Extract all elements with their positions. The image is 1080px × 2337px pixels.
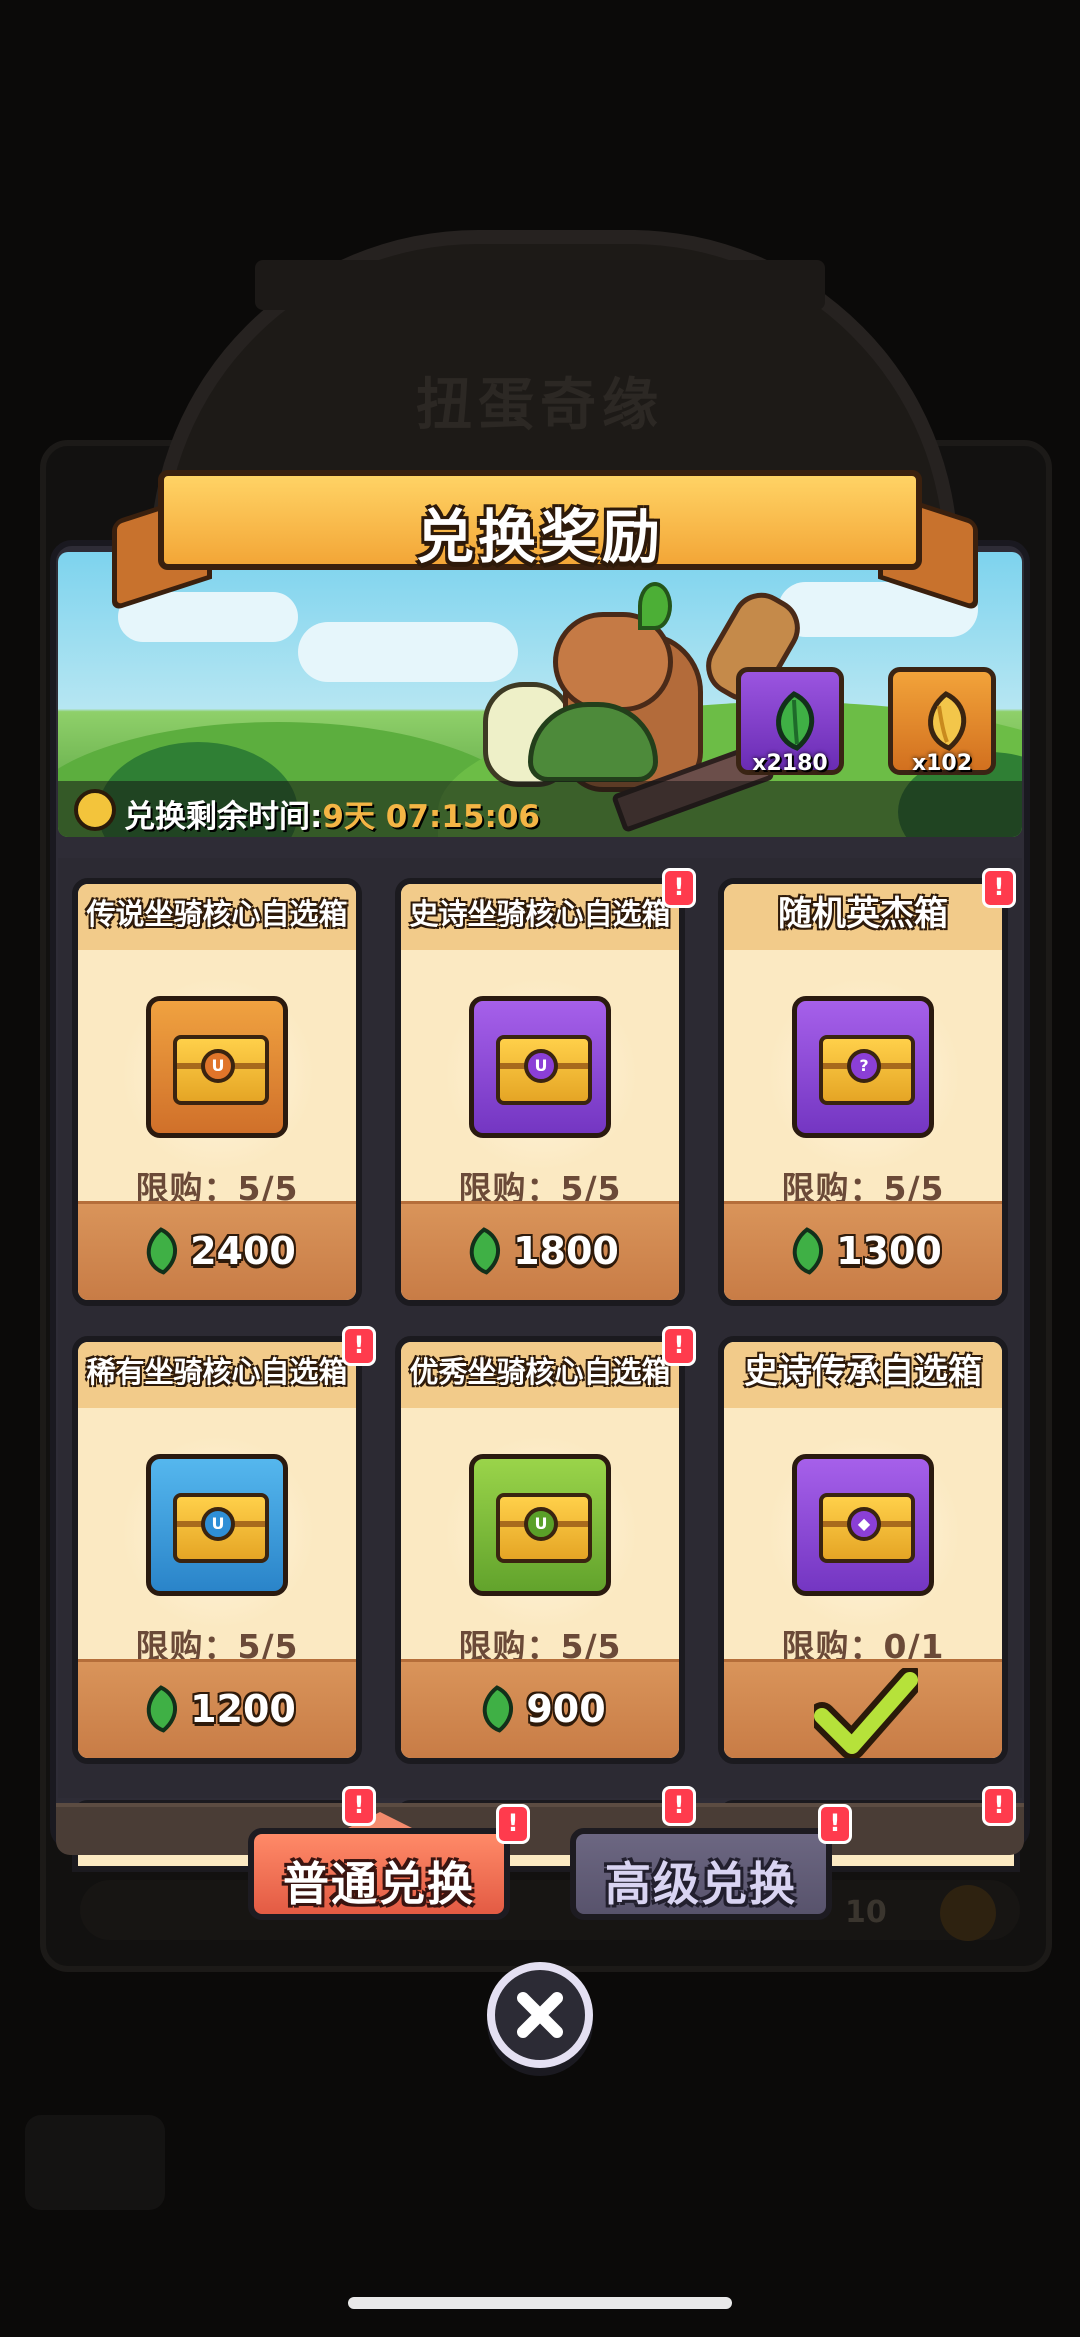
- question-mark-icon: ?: [847, 1049, 881, 1083]
- green-chest-icon: U: [469, 1454, 611, 1596]
- item-name: 史诗坐骑核心自选箱: [401, 884, 679, 950]
- notification-badge: !: [662, 868, 696, 908]
- price-button[interactable]: 1300: [724, 1201, 1002, 1300]
- background-banner: [255, 260, 825, 310]
- notification-badge: !: [342, 1786, 376, 1826]
- item-name: 稀有坐骑核心自选箱: [78, 1342, 356, 1408]
- horseshoe-lock-icon: U: [201, 1507, 235, 1541]
- close-icon: [517, 1992, 563, 2038]
- item-price: 1300: [836, 1229, 942, 1273]
- leaf-currency[interactable]: x2180: [736, 667, 844, 776]
- hero-banner: x2180 x102 兑换剩余时间:9天 07:15:06: [58, 552, 1022, 837]
- timer-bar: 兑换剩余时间:9天 07:15:06: [58, 781, 1022, 837]
- notification-badge: !: [662, 1786, 696, 1826]
- timer-label: 兑换剩余时间:9天 07:15:06: [124, 791, 540, 836]
- title-ribbon: 兑换奖励: [158, 470, 922, 571]
- golden-seed-icon: [928, 691, 967, 751]
- shop-item-card[interactable]: 稀有坐骑核心自选箱 U 限购：5/5 1200: [72, 1336, 362, 1764]
- shop-item-card[interactable]: 传说坐骑核心自选箱 U 限购：5/5 2400: [72, 878, 362, 1306]
- green-leaf-icon: [483, 1685, 514, 1733]
- grid-bottom-shelf: [56, 1803, 1024, 1855]
- price-button[interactable]: 1800: [401, 1201, 679, 1300]
- notification-badge: !: [342, 1326, 376, 1366]
- shop-item-card[interactable]: 史诗坐骑核心自选箱 U 限购：5/5 1800: [395, 878, 685, 1306]
- notification-badge: !: [496, 1804, 530, 1844]
- leaf-currency-count: x2180: [752, 751, 828, 776]
- green-leaf-icon: [146, 1227, 178, 1275]
- shop-item-card[interactable]: 随机英杰箱 ? 限购：5/5 1300: [718, 878, 1008, 1306]
- purple-chest-icon: U: [469, 996, 611, 1138]
- notification-badge: !: [982, 1786, 1016, 1826]
- item-name: 优秀坐骑核心自选箱: [401, 1342, 679, 1408]
- lion-chest-icon: ◆: [792, 1454, 934, 1596]
- background-back-button: [25, 2115, 165, 2210]
- item-price: 900: [526, 1687, 606, 1731]
- horseshoe-lock-icon: U: [201, 1049, 235, 1083]
- price-button[interactable]: 2400: [78, 1201, 356, 1300]
- shop-item-card[interactable]: 史诗传承自选箱 ◆ 限购：0/1: [718, 1336, 1008, 1764]
- seed-currency[interactable]: x102: [888, 667, 996, 776]
- stopwatch-icon: [74, 789, 116, 831]
- tab-advanced-label: 高级兑换: [605, 1857, 797, 1911]
- green-leaf-icon: [776, 691, 815, 751]
- horseshoe-lock-icon: U: [524, 1507, 558, 1541]
- item-price: 1800: [513, 1229, 619, 1273]
- tab-advanced-exchange[interactable]: 高级兑换: [570, 1828, 832, 1920]
- orange-chest-icon: U: [146, 996, 288, 1138]
- tab-normal-label: 普通兑换: [283, 1857, 475, 1911]
- lion-emblem-icon: ◆: [847, 1507, 881, 1541]
- price-button[interactable]: 1200: [78, 1659, 356, 1758]
- seed-currency-count: x102: [911, 751, 973, 776]
- checkmark-icon: [814, 1668, 918, 1758]
- item-price: 1200: [190, 1687, 296, 1731]
- item-name: 传说坐骑核心自选箱: [78, 884, 356, 950]
- background-event-title: 扭蛋奇缘: [416, 373, 664, 438]
- close-button[interactable]: [487, 1962, 593, 2068]
- price-button[interactable]: 900: [401, 1659, 679, 1758]
- cloud: [298, 622, 518, 682]
- game-screen: 扭蛋奇缘 10 x2180 x102 兑换剩余时间:9天 07:15:06 兑换…: [0, 0, 1080, 2337]
- green-leaf-icon: [469, 1227, 501, 1275]
- shop-grid: 传说坐骑核心自选箱 U 限购：5/5 2400 史诗坐骑核心自选箱 U 限购：5…: [58, 858, 1022, 1798]
- notification-badge: !: [982, 868, 1016, 908]
- leaf-sprout-image: [638, 582, 672, 630]
- background-plus-icon: [940, 1885, 996, 1941]
- notification-badge: !: [662, 1326, 696, 1366]
- dialog-title: 兑换奖励: [415, 503, 664, 571]
- item-name: 史诗传承自选箱: [724, 1342, 1002, 1408]
- item-price: 2400: [190, 1229, 296, 1273]
- tab-normal-exchange[interactable]: 普通兑换: [248, 1828, 510, 1920]
- horseshoe-lock-icon: U: [524, 1049, 558, 1083]
- timer-label-text: 兑换剩余时间:: [124, 799, 323, 835]
- item-name: 随机英杰箱: [724, 884, 1002, 950]
- blue-chest-icon: U: [146, 1454, 288, 1596]
- background-count: 10: [845, 1895, 887, 1930]
- shop-item-card[interactable]: 优秀坐骑核心自选箱 U 限购：5/5 900: [395, 1336, 685, 1764]
- timer-value: 9天 07:15:06: [322, 799, 540, 835]
- notification-badge: !: [818, 1804, 852, 1844]
- green-leaf-icon: [792, 1227, 824, 1275]
- purchased-state: [724, 1659, 1002, 1758]
- green-leaf-icon: [146, 1685, 178, 1733]
- home-indicator[interactable]: [348, 2297, 732, 2309]
- mystery-chest-icon: ?: [792, 996, 934, 1138]
